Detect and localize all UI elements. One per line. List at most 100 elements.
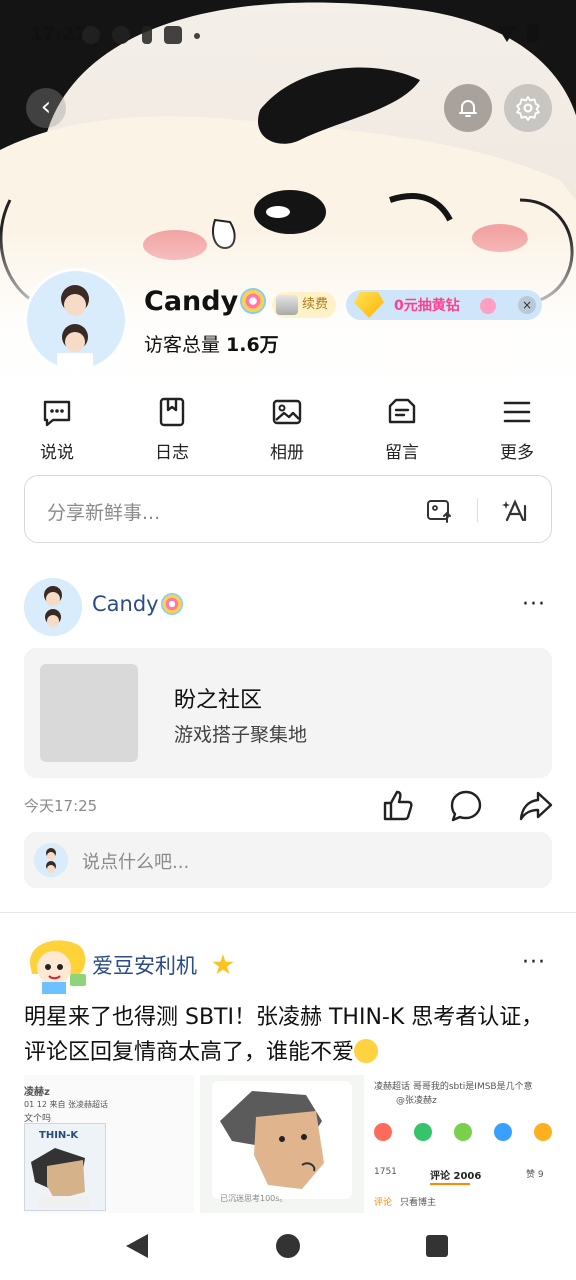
shared-link-card[interactable]: 盼之社区 游戏搭子聚集地 bbox=[24, 648, 552, 778]
thumb-text: 只看博主 bbox=[400, 1198, 437, 1208]
post-author-name[interactable]: Candy bbox=[92, 592, 183, 616]
bell-icon bbox=[459, 100, 477, 117]
post-more-button[interactable]: ··· bbox=[522, 952, 546, 974]
chat-bubble-icon bbox=[43, 400, 71, 427]
visitor-count: 1.6万 bbox=[226, 334, 279, 356]
thumb-text: 评论 2006 bbox=[430, 1171, 482, 1182]
weibo-icon bbox=[112, 26, 130, 44]
share-placeholder: 分享新鲜事... bbox=[47, 502, 161, 524]
pleading-face-icon bbox=[354, 1039, 379, 1063]
thumb-text: 已沉迷思考100s。 bbox=[220, 1194, 288, 1203]
post-author-avatar[interactable] bbox=[24, 934, 88, 994]
nav-recents-button[interactable] bbox=[426, 1235, 448, 1257]
feed-divider bbox=[0, 912, 576, 913]
battery-icon bbox=[527, 24, 538, 43]
feature-menu: 说说 日志 相册 留言 更多 bbox=[0, 396, 576, 466]
thumb-text: @张凌赫z bbox=[396, 1096, 437, 1106]
share-icon[interactable] bbox=[518, 788, 554, 824]
menu-item-diary[interactable]: 日志 bbox=[132, 396, 212, 463]
status-system-icons bbox=[497, 24, 538, 43]
thumb-text: 赞 9 bbox=[526, 1170, 544, 1180]
thumb-text: 1751 bbox=[374, 1167, 397, 1177]
avatar-photo bbox=[34, 843, 68, 877]
share-input[interactable]: 分享新鲜事... bbox=[24, 475, 552, 543]
wechat-icon bbox=[82, 26, 100, 44]
visitor-label: 访客总量 bbox=[144, 334, 221, 356]
gear-icon bbox=[516, 96, 540, 121]
post-more-button[interactable]: ··· bbox=[522, 594, 546, 616]
post-image-1[interactable]: 凌赫z 01 12 来自 张凌赫超话 文个吗 THIN-K bbox=[24, 1075, 194, 1213]
menu-icon bbox=[503, 401, 531, 423]
thumb-text: THIN-K bbox=[39, 1130, 79, 1141]
commenter-avatar bbox=[34, 843, 68, 877]
link-subtitle: 游戏搭子聚集地 bbox=[174, 724, 308, 746]
post-timestamp: 今天17:25 bbox=[24, 797, 98, 815]
candy-icon bbox=[480, 298, 496, 314]
image-upload-icon[interactable] bbox=[425, 496, 453, 524]
post-author-avatar[interactable] bbox=[24, 578, 82, 636]
like-icon[interactable] bbox=[380, 788, 416, 824]
post-text: 明星来了也得测 SBTI！张凌赫 THIN-K 思考者认证，评论区回复情商太高了… bbox=[24, 1000, 552, 1070]
qq-icon bbox=[494, 1123, 512, 1141]
comment-icon[interactable] bbox=[448, 788, 484, 824]
nav-home-button[interactable] bbox=[276, 1234, 300, 1258]
comment-input[interactable]: 说点什么吧... bbox=[24, 832, 552, 888]
renew-badge[interactable]: 续费 bbox=[272, 292, 337, 318]
menu-label: 说说 bbox=[40, 443, 74, 463]
diamond-icon bbox=[354, 292, 384, 318]
notification-button[interactable] bbox=[444, 84, 492, 132]
wifi-icon bbox=[497, 25, 517, 42]
link-thumbnail bbox=[40, 664, 138, 762]
avatar-photo bbox=[24, 578, 82, 636]
link-title: 盼之社区 bbox=[174, 688, 263, 713]
post-body: 明星来了也得测 SBTI！张凌赫 THIN-K 思考者认证，评论区回复情商太高了… bbox=[24, 1005, 544, 1065]
profile-avatar[interactable] bbox=[24, 268, 128, 372]
crown-icon bbox=[276, 295, 298, 315]
settings-button[interactable] bbox=[504, 84, 552, 132]
cartoon-figure bbox=[212, 1081, 352, 1199]
verified-star-icon bbox=[212, 954, 234, 975]
bookmark-icon bbox=[159, 397, 185, 427]
thumb-text: 凌赫z bbox=[24, 1087, 50, 1098]
vip-promo-banner[interactable]: 0元抽黄钻 × bbox=[346, 290, 542, 320]
renew-label: 续费 bbox=[302, 297, 329, 312]
back-button[interactable]: ‹ bbox=[26, 88, 66, 128]
thumb-text: 凌赫超话 哥哥我的sbti是IMSB是几个意 bbox=[374, 1082, 533, 1092]
divider bbox=[477, 498, 478, 522]
status-bar: 17:27 bbox=[0, 0, 576, 72]
chevron-left-icon: ‹ bbox=[40, 92, 52, 122]
system-navigation-bar bbox=[0, 1214, 576, 1280]
post-image-2[interactable]: 已沉迷思考100s。 bbox=[200, 1075, 364, 1213]
post-author-name-text: Candy bbox=[92, 592, 159, 616]
cartoon-figure bbox=[31, 1148, 89, 1208]
menu-label: 留言 bbox=[385, 443, 419, 463]
menu-item-more[interactable]: 更多 bbox=[477, 396, 557, 463]
thumb-text: 01 12 来自 张凌赫超话 bbox=[24, 1100, 108, 1109]
status-notification-icons bbox=[82, 26, 200, 44]
menu-item-shuoshuo[interactable]: 说说 bbox=[17, 396, 97, 463]
avatar-photo bbox=[27, 271, 125, 369]
close-icon[interactable]: × bbox=[518, 296, 536, 314]
wechat-icon bbox=[414, 1123, 432, 1141]
post-image-3[interactable]: 凌赫超话 哥哥我的sbti是IMSB是几个意 @张凌赫z 1751 评论 200… bbox=[370, 1075, 552, 1213]
menu-label: 日志 bbox=[155, 443, 189, 463]
post-image-strip: 凌赫z 01 12 来自 张凌赫超话 文个吗 THIN-K 已沉迷思考100s。… bbox=[24, 1075, 552, 1213]
dot-icon bbox=[194, 33, 200, 39]
thumb-text: 评论 bbox=[374, 1198, 393, 1208]
nav-back-button[interactable] bbox=[126, 1234, 148, 1258]
visitor-total[interactable]: 访客总量 1.6万 bbox=[144, 330, 279, 357]
menu-label: 更多 bbox=[500, 443, 534, 463]
moments-icon bbox=[454, 1123, 472, 1141]
post-author-name[interactable]: 爱豆安利机 bbox=[92, 950, 197, 980]
cartoon-avatar bbox=[29, 940, 86, 994]
thumb-card: THIN-K bbox=[24, 1123, 106, 1211]
lollipop-icon bbox=[160, 593, 183, 615]
menu-item-guestbook[interactable]: 留言 bbox=[362, 396, 442, 463]
vip-promo-text: 0元抽黄钻 bbox=[394, 298, 460, 314]
ai-sparkle-icon[interactable] bbox=[501, 496, 531, 524]
share-channel-icon bbox=[534, 1123, 552, 1141]
share-channel-icon bbox=[374, 1123, 392, 1141]
profile-name: Candy bbox=[144, 286, 267, 317]
status-time: 17:27 bbox=[30, 24, 88, 45]
menu-item-album[interactable]: 相册 bbox=[247, 396, 327, 463]
